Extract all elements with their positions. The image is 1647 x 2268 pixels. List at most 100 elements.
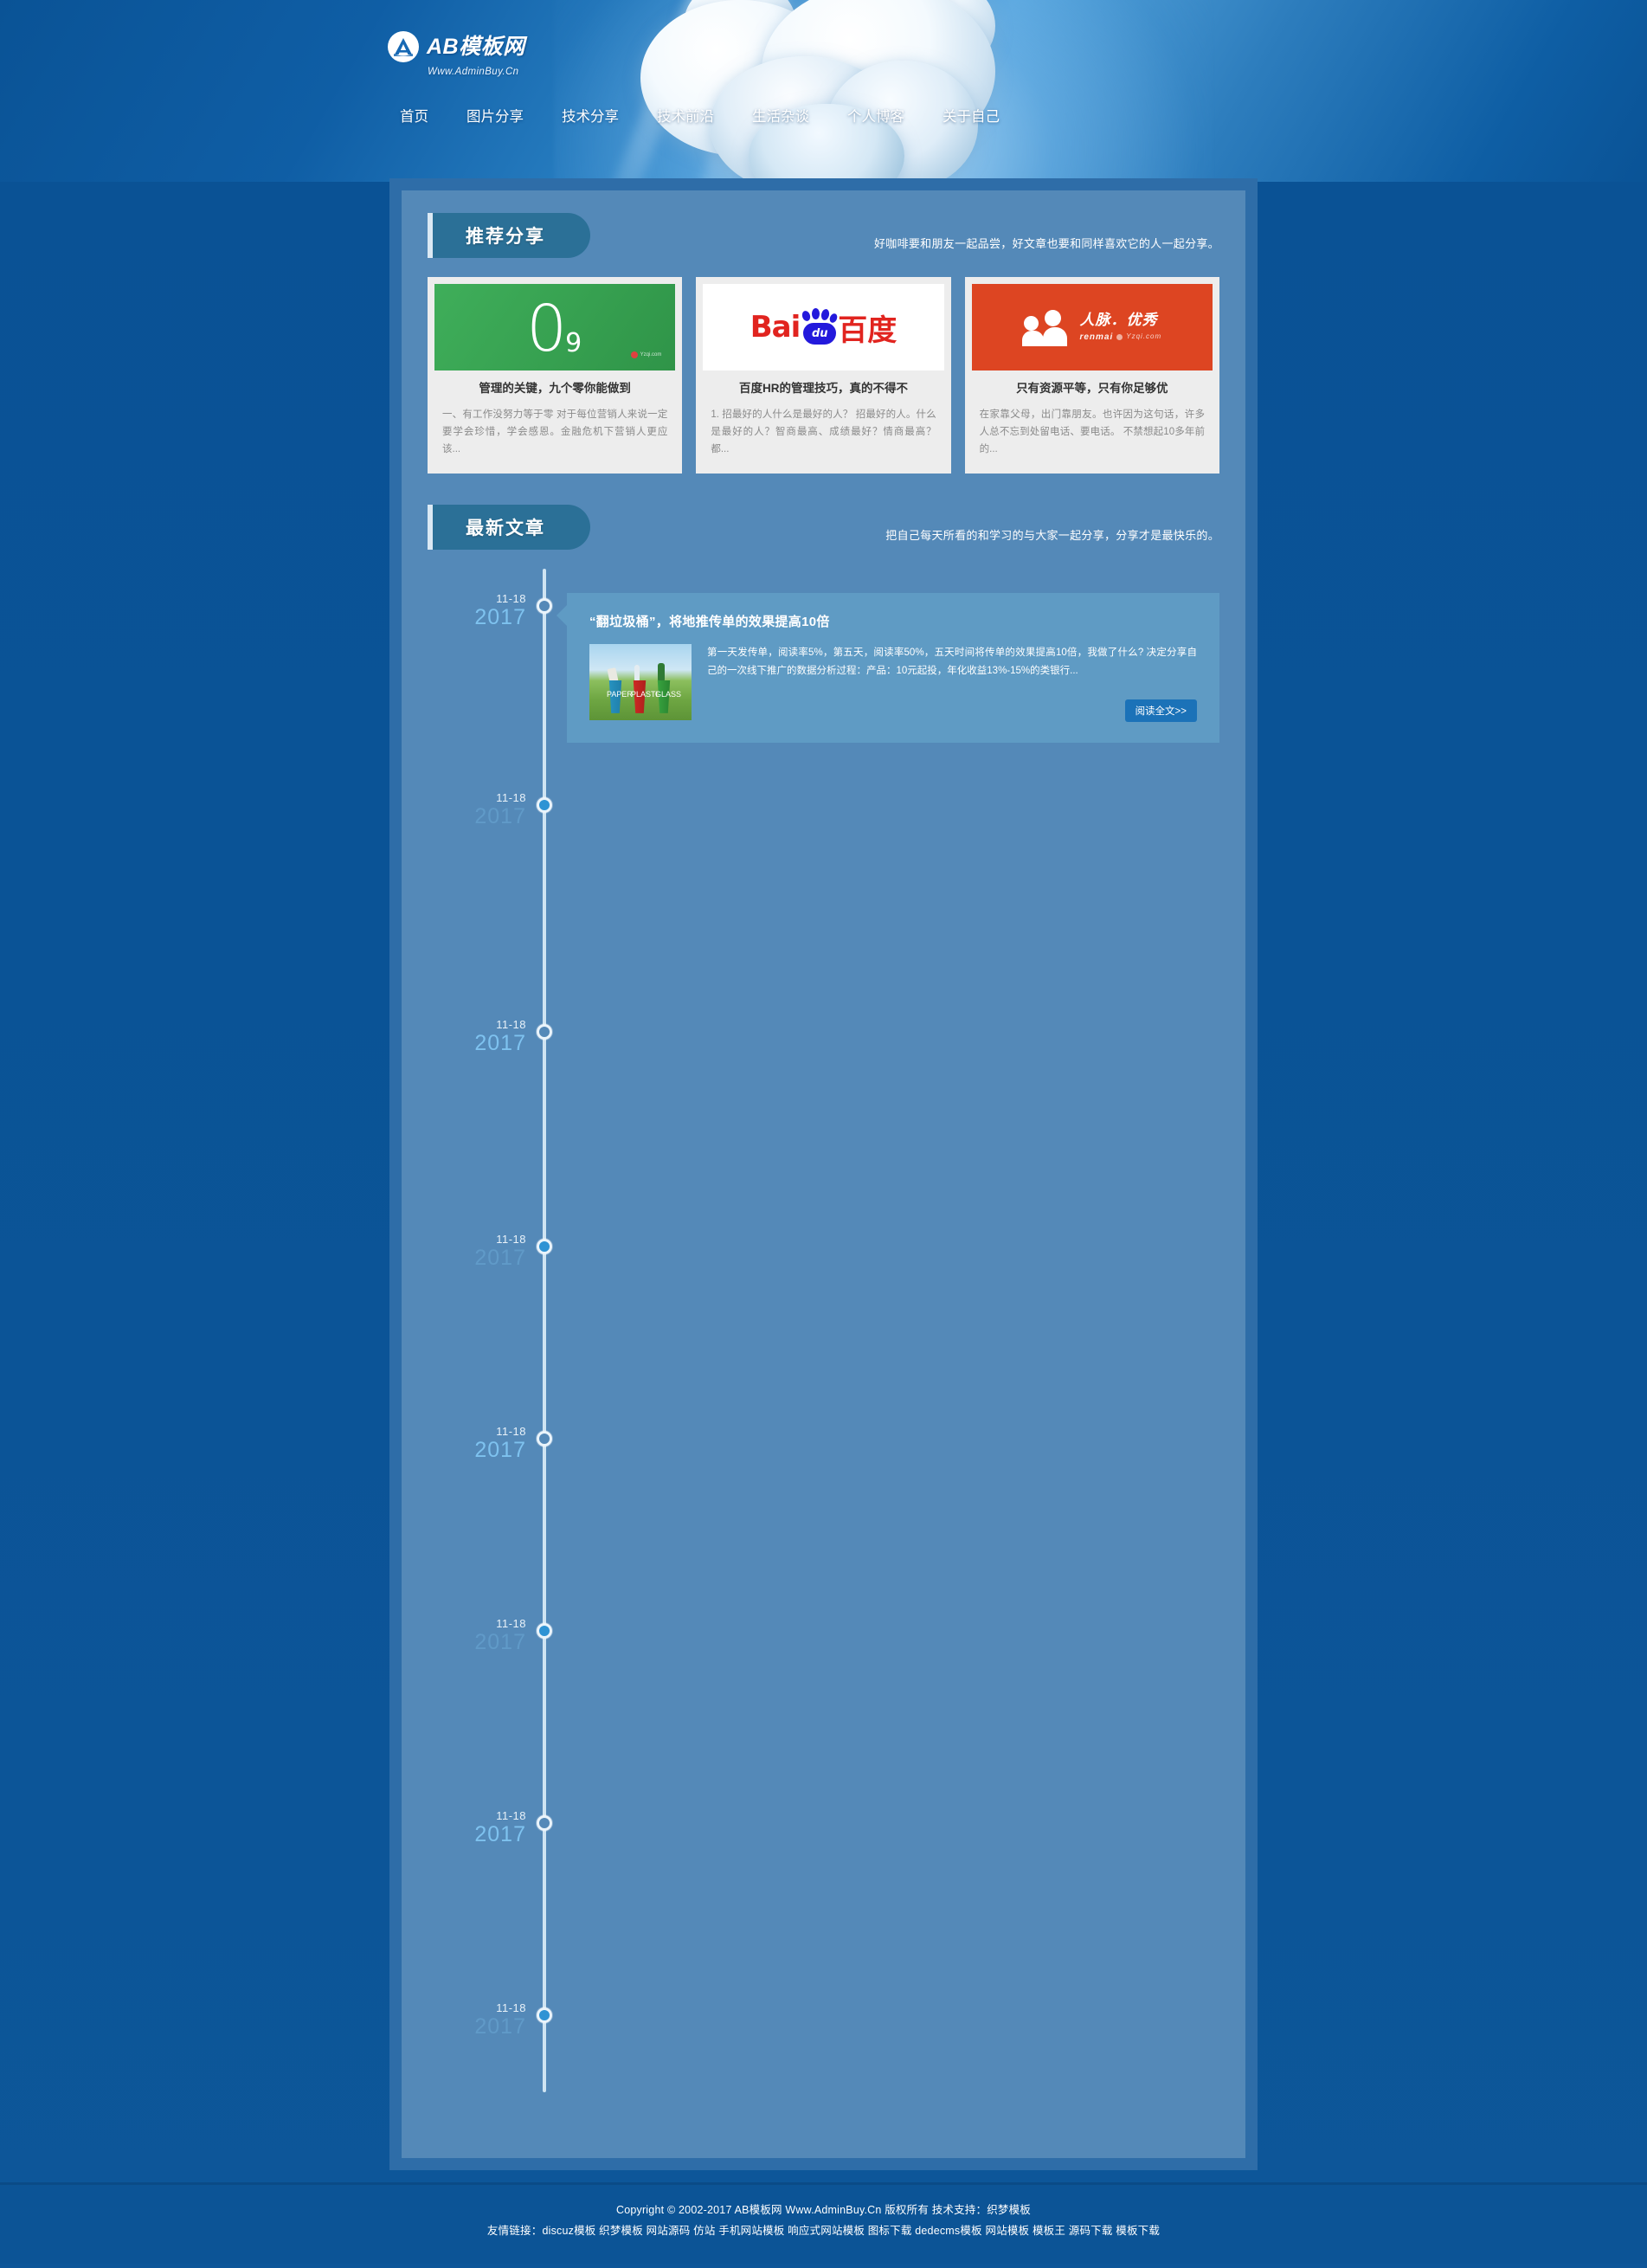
latest-section-subtitle: 把自己每天所看的和学习的与大家一起分享，分享才是最快乐的。 bbox=[885, 528, 1219, 542]
bin-label-paper: PAPER bbox=[607, 689, 633, 699]
nav-item-home[interactable]: 首页 bbox=[381, 106, 447, 128]
nav-item-about[interactable]: 关于自己 bbox=[923, 106, 1019, 128]
friendly-link[interactable]: 织梦模板 bbox=[599, 2225, 643, 2237]
timeline-month-day: 11-18 bbox=[496, 790, 526, 804]
timeline-month-day: 11-18 bbox=[496, 591, 526, 605]
article-title[interactable]: “翻垃圾桶”，将地推传单的效果提高10倍 bbox=[589, 612, 1197, 630]
recommend-card[interactable]: Bai du 百度 百度HR的管理技巧，真的不得不 1. 招最好的人什么是最好的… bbox=[696, 277, 951, 474]
nav-item-tech-share[interactable]: 技术分享 bbox=[543, 106, 638, 128]
friendly-link[interactable]: 模板王 bbox=[1033, 2225, 1065, 2237]
timeline-year: 2017 bbox=[474, 2013, 526, 2039]
sun-ray-2 bbox=[790, 0, 874, 182]
timeline-dot bbox=[537, 597, 552, 614]
timeline-month-day: 11-18 bbox=[496, 1808, 526, 1822]
sun-glow bbox=[554, 0, 1212, 182]
baidu-du-text: du bbox=[803, 323, 837, 345]
timeline-dot bbox=[537, 2007, 552, 2023]
timeline-date: 11-18 2017 bbox=[428, 2002, 526, 2038]
timeline-month-day: 11-18 bbox=[496, 2001, 526, 2014]
card-description: 1. 招最好的人什么是最好的人？ 招最好的人。什么是最好的人？智商最高、成绩最好… bbox=[711, 409, 936, 454]
timeline-item: 11-18 2017 bbox=[428, 1618, 1219, 1810]
card-title: 百度HR的管理技巧，真的不得不 bbox=[738, 382, 908, 395]
recommend-section-subtitle: 好咖啡要和朋友一起品尝，好文章也要和同样喜欢它的人一起分享。 bbox=[873, 237, 1219, 250]
timeline-month-day: 11-18 bbox=[496, 1424, 526, 1438]
timeline-date: 11-18 2017 bbox=[428, 593, 526, 628]
sun-ray-3 bbox=[891, 0, 961, 182]
timeline-item: 11-18 2017 bbox=[428, 1810, 1219, 2002]
timeline-item: 11-18 2017 bbox=[428, 1019, 1219, 1234]
timeline-date: 11-18 2017 bbox=[428, 1810, 526, 1846]
read-more-button[interactable]: 阅读全文>> bbox=[1124, 699, 1197, 722]
page-inner-panel: 推荐分享 好咖啡要和朋友一起品尝，好文章也要和同样喜欢它的人一起分享。 0 9 … bbox=[402, 190, 1245, 2158]
recommend-card-list: 0 9 Yzqi.com 管理的关键，九个零你能做到 一、有工作没努力等于零 对… bbox=[428, 277, 1219, 474]
sun-ray-1 bbox=[674, 0, 798, 182]
friendly-link[interactable]: 网站模板 bbox=[985, 2225, 1029, 2237]
recommend-card[interactable]: 0 9 Yzqi.com 管理的关键，九个零你能做到 一、有工作没努力等于零 对… bbox=[428, 277, 683, 474]
timeline-month-day: 11-18 bbox=[496, 1232, 526, 1246]
card-title: 管理的关键，九个零你能做到 bbox=[479, 382, 631, 395]
timeline-date: 11-18 2017 bbox=[428, 1426, 526, 1461]
timeline-dot bbox=[537, 1622, 552, 1639]
baidu-bai-text: Bai bbox=[750, 310, 801, 345]
timeline-year: 2017 bbox=[474, 604, 526, 629]
timeline-item: 11-18 2017 bbox=[428, 2002, 1219, 2123]
friendly-link[interactable]: 手机网站模板 bbox=[718, 2225, 784, 2237]
timeline-year: 2017 bbox=[474, 1629, 526, 1654]
baidu-cn-text: 百度 bbox=[838, 312, 897, 348]
watermark-text: Yzqi.com bbox=[1126, 332, 1162, 340]
footer-friendly-links: 友情链接：discuz模板 织梦模板 网站源码 仿站 手机网站模板 响应式网站模… bbox=[0, 2221, 1647, 2242]
watermark-dot-icon bbox=[630, 351, 638, 358]
friendly-link[interactable]: 仿站 bbox=[693, 2225, 715, 2237]
timeline-year: 2017 bbox=[474, 1437, 526, 1462]
nav-item-photos[interactable]: 图片分享 bbox=[447, 106, 543, 128]
article-card[interactable]: “翻垃圾桶”，将地推传单的效果提高10倍 PAPER PLASTIC GLASS… bbox=[557, 592, 1219, 743]
main-navigation[interactable]: 首页 图片分享 技术分享 技术前沿 生活杂谈 个人博客 关于自己 bbox=[381, 106, 1019, 128]
card-thumbnail-green-zero: 0 9 Yzqi.com bbox=[434, 284, 676, 370]
sun-ray-4 bbox=[574, 0, 733, 182]
card-thumbnail-renmai-logo: 人脉．优秀 renmai Yzqi.com bbox=[971, 284, 1213, 370]
article-thumbnail-recycle-bins: PAPER PLASTIC GLASS bbox=[589, 643, 692, 720]
site-footer: Copyright © 2002-2017 AB模板网 Www.AdminBuy… bbox=[0, 2181, 1647, 2265]
timeline-date: 11-18 2017 bbox=[428, 1019, 526, 1054]
nav-item-tech-front[interactable]: 技术前沿 bbox=[638, 106, 733, 128]
friendly-link[interactable]: 图标下载 bbox=[868, 2225, 912, 2237]
timeline-year: 2017 bbox=[474, 1821, 526, 1846]
recommend-card[interactable]: 人脉．优秀 renmai Yzqi.com 只有资源平等，只有你足够优 在家靠父… bbox=[964, 277, 1219, 474]
recommend-section-title: 推荐分享 bbox=[433, 213, 590, 258]
friendly-link[interactable]: 源码下载 bbox=[1069, 2225, 1113, 2237]
latest-section-header: 最新文章 把自己每天所看的和学习的与大家一起分享，分享才是最快乐的。 bbox=[428, 504, 1219, 550]
page-outer-panel: 推荐分享 好咖啡要和朋友一起品尝，好文章也要和同样喜欢它的人一起分享。 0 9 … bbox=[389, 178, 1258, 2170]
friendly-link[interactable]: discuz模板 bbox=[542, 2225, 595, 2237]
friendly-link[interactable]: 响应式网站模板 bbox=[788, 2225, 865, 2237]
timeline-year: 2017 bbox=[474, 1030, 526, 1055]
friendly-links-list[interactable]: discuz模板 织梦模板 网站源码 仿站 手机网站模板 响应式网站模板 图标下… bbox=[542, 2225, 1160, 2237]
nav-item-blog[interactable]: 个人博客 bbox=[828, 106, 923, 128]
site-logo-url: Www.AdminBuy.Cn bbox=[428, 67, 519, 77]
timeline-month-day: 11-18 bbox=[496, 1017, 526, 1031]
thumb-nine-digit: 9 bbox=[565, 327, 582, 358]
timeline-year: 2017 bbox=[474, 803, 526, 828]
timeline-month-day: 11-18 bbox=[496, 1616, 526, 1630]
thumb-watermark: Yzqi.com bbox=[630, 351, 661, 358]
timeline-date: 11-18 2017 bbox=[428, 1618, 526, 1653]
footer-copyright: Copyright © 2002-2017 AB模板网 Www.AdminBuy… bbox=[615, 2203, 1032, 2216]
card-thumbnail-baidu-logo: Bai du 百度 bbox=[703, 284, 944, 370]
ab-logo-icon bbox=[388, 31, 419, 62]
renmai-logo-text: 人脉．优秀 renmai Yzqi.com bbox=[1079, 312, 1161, 342]
nav-item-life[interactable]: 生活杂谈 bbox=[733, 106, 828, 128]
timeline-item: 11-18 2017 bbox=[428, 1234, 1219, 1426]
recommend-section-header: 推荐分享 好咖啡要和朋友一起品尝，好文章也要和同样喜欢它的人一起分享。 bbox=[428, 213, 1219, 258]
latest-section-title: 最新文章 bbox=[433, 504, 590, 550]
timeline-dot bbox=[537, 1430, 552, 1446]
timeline-item: 11-18 2017 “翻垃圾桶”，将地推传单的效果提高10倍 PAPER PL… bbox=[428, 592, 1219, 792]
timeline-item: 11-18 2017 bbox=[428, 1426, 1219, 1618]
timeline-date: 11-18 2017 bbox=[428, 1234, 526, 1269]
site-logo[interactable]: AB模板网 Www.AdminBuy.Cn bbox=[388, 31, 525, 77]
friendly-link[interactable]: 模板下载 bbox=[1116, 2225, 1160, 2237]
timeline-dot bbox=[537, 1238, 552, 1254]
baidu-logo-icon: Bai du 百度 bbox=[750, 306, 897, 349]
baidu-paw-icon: du bbox=[801, 308, 840, 345]
timeline-year: 2017 bbox=[474, 1245, 526, 1270]
friendly-link[interactable]: dedecms模板 bbox=[915, 2225, 982, 2237]
friendly-link[interactable]: 网站源码 bbox=[647, 2225, 691, 2237]
